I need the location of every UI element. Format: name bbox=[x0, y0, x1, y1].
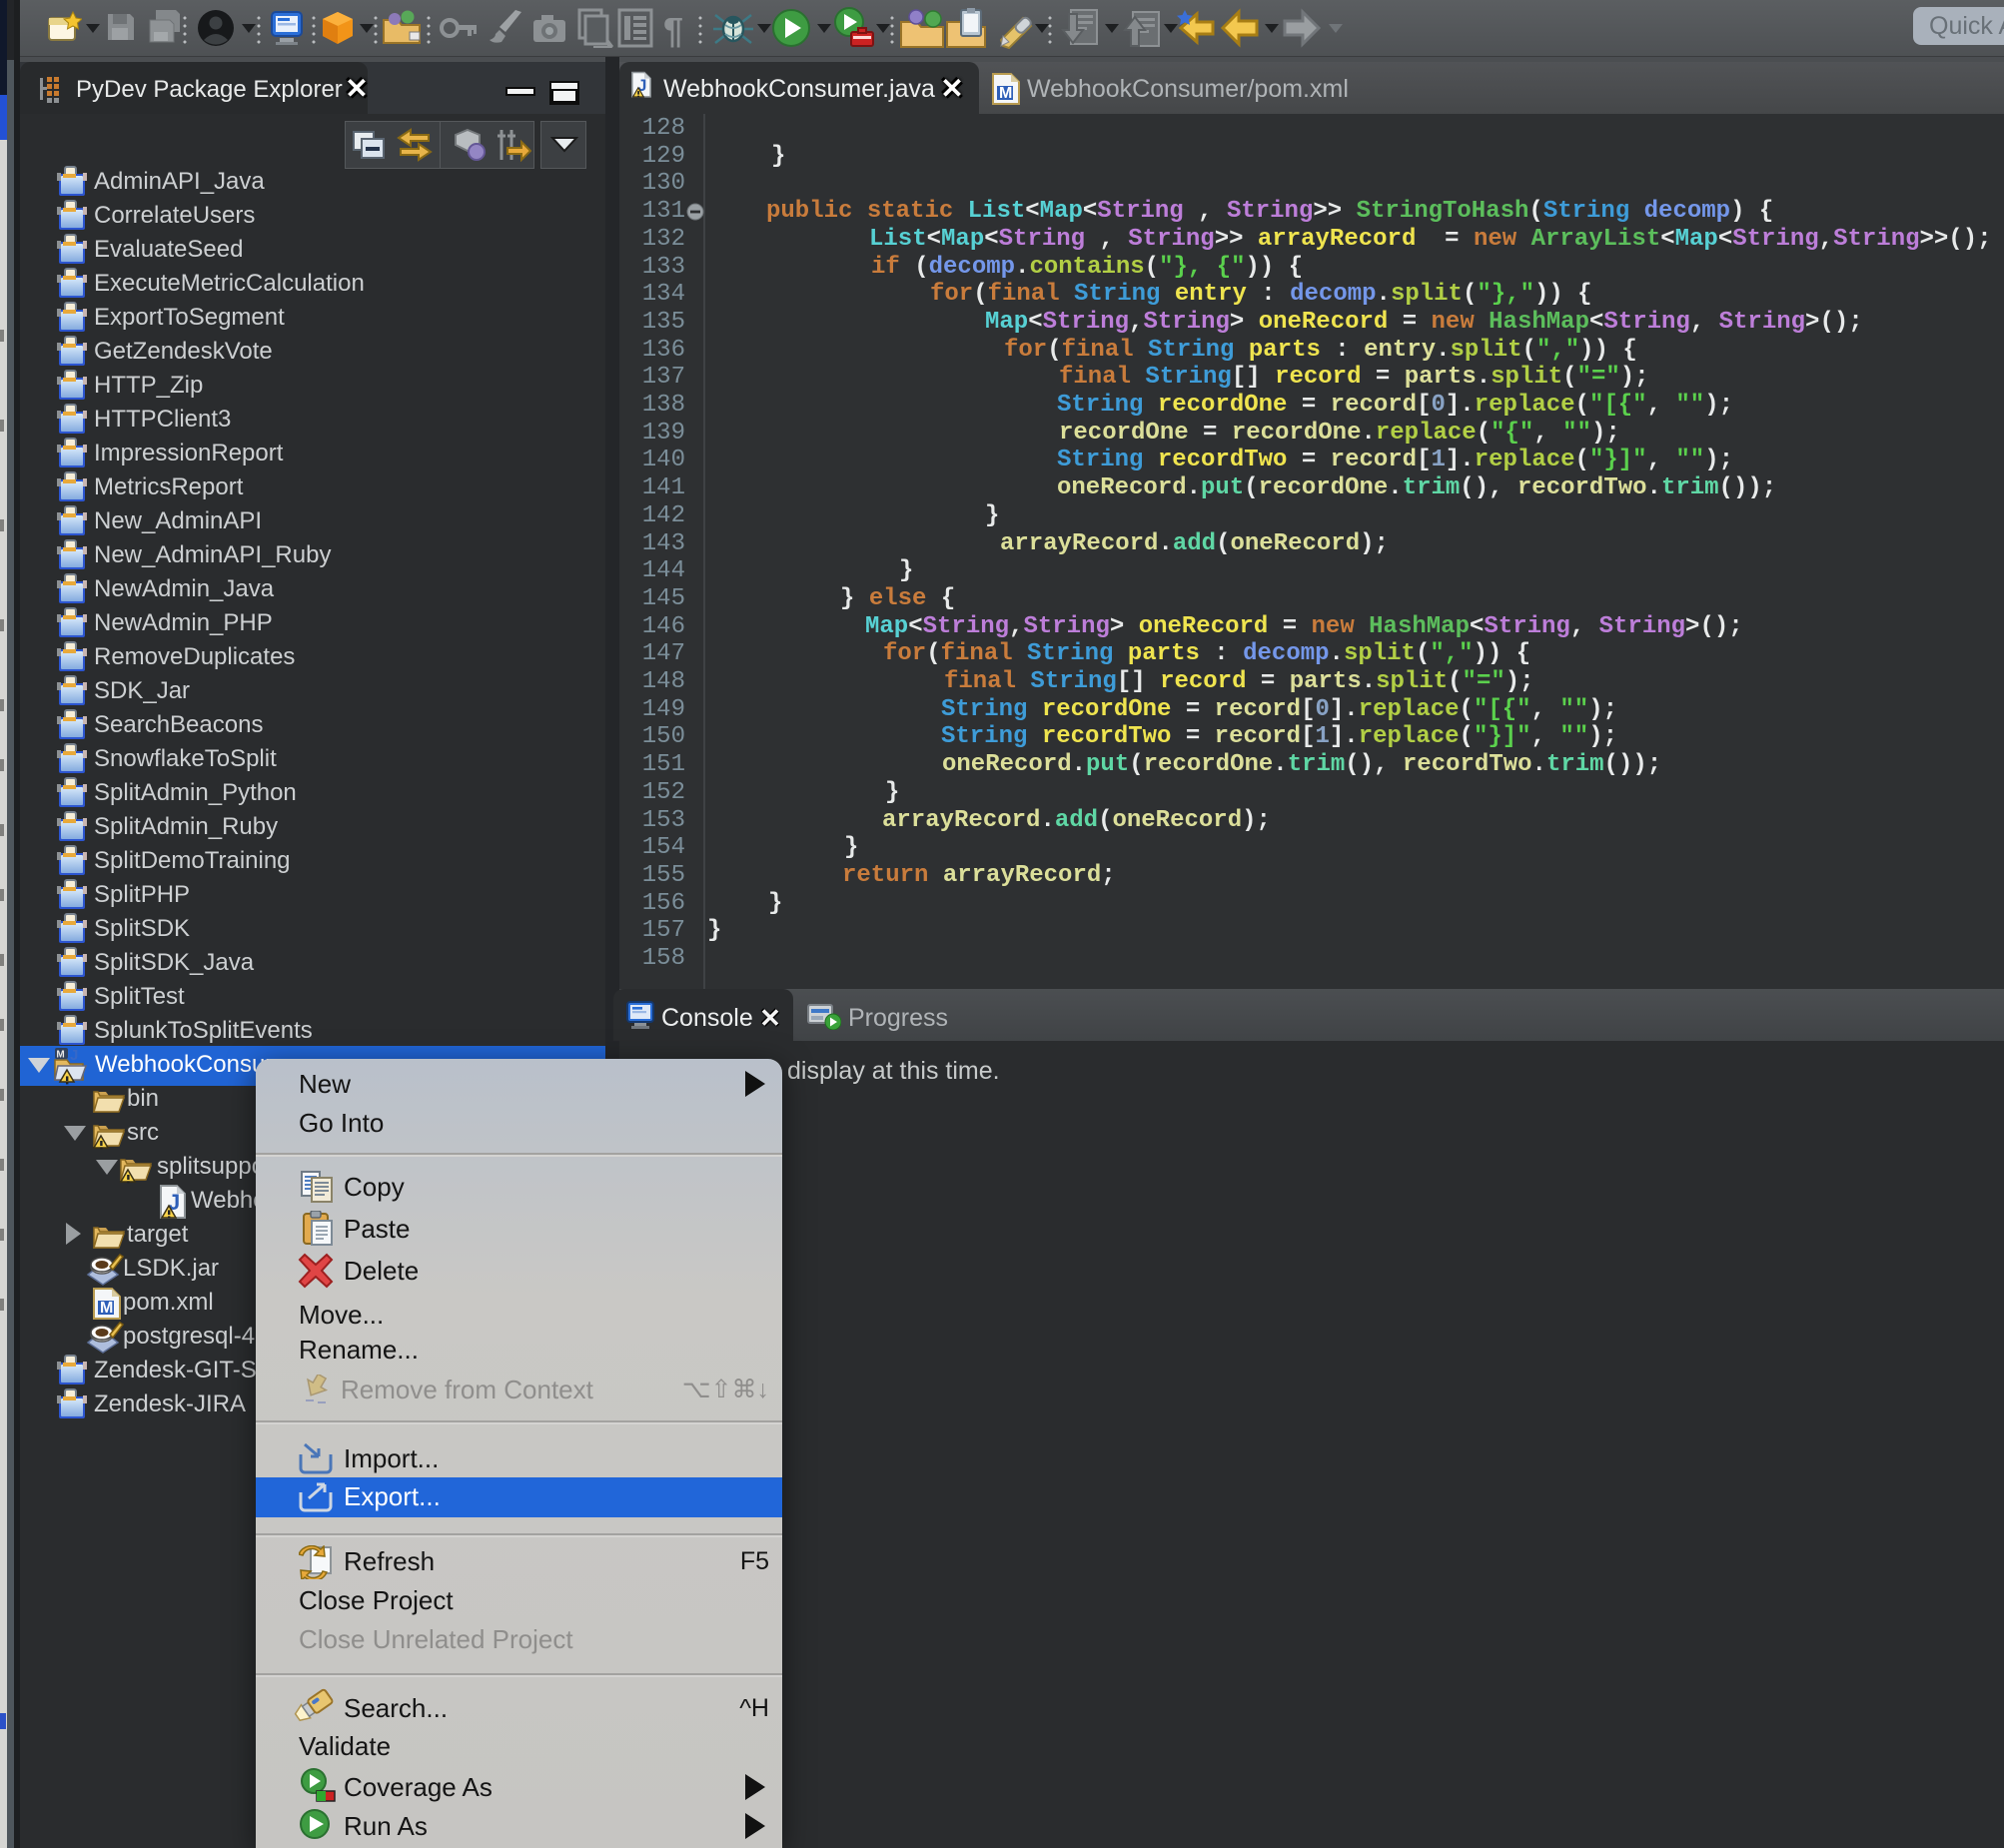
svg-text:M: M bbox=[100, 1300, 113, 1317]
svg-text:J: J bbox=[70, 1048, 78, 1064]
svg-text:M: M bbox=[999, 85, 1012, 102]
svg-text:M: M bbox=[56, 1050, 64, 1061]
